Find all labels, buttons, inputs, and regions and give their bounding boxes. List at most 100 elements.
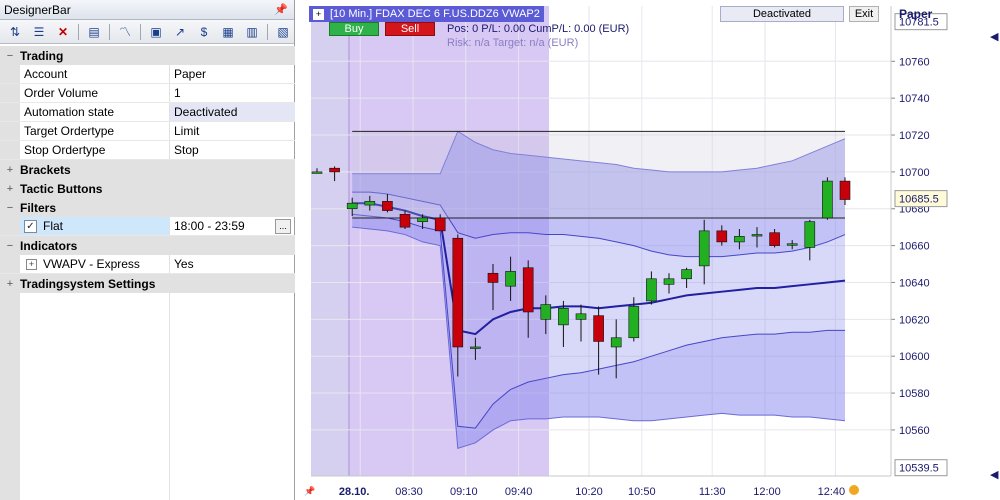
candle-body xyxy=(575,313,587,320)
property-value[interactable]: Deactivated xyxy=(170,103,295,121)
property-key: Target Ordertype xyxy=(20,122,170,140)
live-indicator-icon xyxy=(849,485,859,495)
candle-body xyxy=(311,171,323,174)
property-row-automation-state[interactable]: Automation state Deactivated xyxy=(0,103,295,122)
range-box xyxy=(352,131,845,218)
checklist-icon[interactable]: ▤ xyxy=(83,22,105,42)
category-tactic-buttons[interactable]: + Tactic Buttons xyxy=(0,179,295,198)
candle-body xyxy=(346,202,358,210)
price-tick-label: 10640 xyxy=(899,277,930,289)
property-value[interactable]: Limit xyxy=(170,122,295,140)
price-tick-label: 10580 xyxy=(899,388,930,400)
collapse-icon[interactable]: − xyxy=(0,202,20,214)
properties-icon[interactable]: ▧ xyxy=(272,22,294,42)
chart-menu-icon[interactable]: + xyxy=(313,8,324,20)
property-value[interactable]: 1 xyxy=(170,84,295,102)
time-axis: 28.10. 08:30 09:10 09:40 10:20 10:50 11:30 12:0… xyxy=(339,486,845,498)
category-filters[interactable]: − Filters xyxy=(0,198,295,217)
candle-body xyxy=(769,232,780,246)
property-row-vwapv[interactable]: + VWAPV - Express Yes xyxy=(0,255,295,274)
toolbar-separator xyxy=(140,23,141,40)
property-row-order-volume[interactable]: Order Volume 1 xyxy=(0,84,295,103)
scroll-left-icon[interactable]: ◀ xyxy=(990,31,999,43)
chart-window: 10560 10580 10600 10620 10640 10660 10680 10700… xyxy=(301,0,1000,500)
property-value[interactable]: Yes xyxy=(170,255,295,273)
property-row-target-ordertype[interactable]: Target Ordertype Limit xyxy=(0,122,295,141)
property-row-stop-ordertype[interactable]: Stop Ordertype Stop xyxy=(0,141,295,160)
delete-icon[interactable]: ✕ xyxy=(52,22,74,42)
sell-button[interactable]: Sell xyxy=(385,22,435,36)
position-summary: Pos: 0 P/L: 0.00 CumP/L: 0.00 (EUR) xyxy=(447,23,630,35)
buy-button[interactable]: Buy xyxy=(329,22,379,36)
candle-body xyxy=(646,278,657,302)
price-tick-label: 10700 xyxy=(899,167,930,179)
flat-time-range[interactable]: 18:00 - 23:59 xyxy=(174,219,245,233)
candle-body xyxy=(329,167,340,173)
category-trading[interactable]: − Trading xyxy=(0,46,295,65)
category-label: Brackets xyxy=(20,162,71,177)
chart-line-icon[interactable]: 〽 xyxy=(114,22,136,42)
trend-icon[interactable]: ↗ xyxy=(169,22,191,42)
expand-icon[interactable]: + xyxy=(0,164,20,176)
property-row-flat[interactable]: ✓ Flat 18:00 - 23:59 ... xyxy=(0,217,295,236)
property-value[interactable]: 18:00 - 23:59 ... xyxy=(170,217,295,235)
price-tick-label: 10620 xyxy=(899,314,930,326)
designer-bar-title: DesignerBar xyxy=(4,2,71,17)
chart-canvas[interactable]: 1056010580106001062010640106601068010700… xyxy=(301,0,1000,500)
candle-body xyxy=(628,306,640,339)
time-label: 12:00 xyxy=(753,486,781,498)
property-value[interactable]: Stop xyxy=(170,141,295,159)
pin-icon[interactable]: 📌 xyxy=(274,3,288,16)
category-label: Tactic Buttons xyxy=(20,181,103,196)
property-row-account[interactable]: Account Paper xyxy=(0,65,295,84)
level-lines xyxy=(352,130,845,219)
designer-bar-panel: DesignerBar 📌 ⇅ ☰ ✕ ▤ 〽 ▣ ↗ $ ▦ ▥ ▧ − Tr… xyxy=(0,0,295,500)
property-key: ✓ Flat xyxy=(20,217,170,235)
toolbar-separator xyxy=(78,23,79,40)
candle-body xyxy=(698,230,710,267)
time-label: 09:10 xyxy=(450,486,478,498)
candle-body xyxy=(487,272,499,283)
candle-body xyxy=(593,315,604,342)
property-value[interactable]: Paper xyxy=(170,65,295,83)
candle-body xyxy=(452,237,464,348)
prior-session-shade xyxy=(311,6,349,476)
ellipsis-button[interactable]: ... xyxy=(275,218,291,234)
chart-title: [10 Min.] FDAX DEC 6 F.US.DDZ6 VWAP2 xyxy=(330,8,540,20)
candle-body xyxy=(522,267,534,313)
exit-button[interactable]: Exit xyxy=(849,6,879,22)
collapse-icon[interactable]: − xyxy=(0,240,20,252)
category-tradingsystem-settings[interactable]: + Tradingsystem Settings xyxy=(0,274,295,293)
expand-icon[interactable]: + xyxy=(0,183,20,195)
bars-icon[interactable]: ▦ xyxy=(217,22,239,42)
designer-bar-titlebar: DesignerBar 📌 xyxy=(0,0,294,20)
price-tick-label: 10760 xyxy=(899,56,930,68)
pin-icon[interactable]: 📌 xyxy=(304,485,315,496)
property-key: Stop Ordertype xyxy=(20,141,170,159)
risk-summary: Risk: n/a Target: n/a (EUR) xyxy=(447,37,579,49)
category-brackets[interactable]: + Brackets xyxy=(0,160,295,179)
time-label: 11:30 xyxy=(699,486,726,498)
automation-status: Deactivated xyxy=(720,6,844,22)
candle-body xyxy=(734,236,745,243)
property-key: + VWAPV - Express xyxy=(20,255,170,273)
candle-body xyxy=(470,346,481,349)
dollar-icon[interactable]: $ xyxy=(193,22,215,42)
expand-icon[interactable]: + xyxy=(26,258,37,270)
sort-icon[interactable]: ⇅ xyxy=(4,22,26,42)
time-label: 10:20 xyxy=(575,486,603,498)
list-icon[interactable]: ☰ xyxy=(28,22,50,42)
collapse-icon[interactable]: − xyxy=(0,50,20,62)
table-icon[interactable]: ▥ xyxy=(241,22,263,42)
expand-icon[interactable]: + xyxy=(0,278,20,290)
flat-checkbox[interactable]: ✓ xyxy=(24,219,37,233)
candle-body xyxy=(505,271,516,287)
chart-title-bar[interactable]: + [10 Min.] FDAX DEC 6 F.US.DDZ6 VWAP2 xyxy=(309,6,544,22)
print-icon[interactable]: ▣ xyxy=(145,22,167,42)
scroll-left-icon[interactable]: ◀ xyxy=(990,469,999,481)
price-tick-label: 10600 xyxy=(899,351,930,363)
price-tick-label: 10560 xyxy=(899,425,930,437)
property-key: Automation state xyxy=(20,103,170,121)
price-tick-label: 10720 xyxy=(899,130,930,142)
category-indicators[interactable]: − Indicators xyxy=(0,236,295,255)
